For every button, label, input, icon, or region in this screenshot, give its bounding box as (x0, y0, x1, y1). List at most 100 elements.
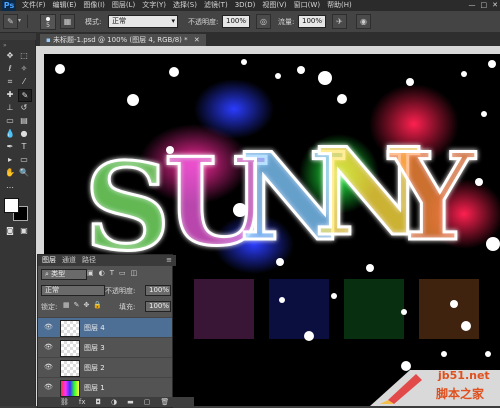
menu-help[interactable]: 帮助(H) (327, 0, 352, 11)
healing-brush-tool-icon[interactable]: ✚ (4, 89, 16, 100)
zoom-tool-icon[interactable]: 🔍 (18, 167, 30, 178)
menu-window[interactable]: 窗口(W) (294, 0, 320, 11)
brush-panel-toggle-icon[interactable]: ▦ (60, 14, 75, 29)
opacity-label: 不透明度: (188, 18, 219, 26)
pen-tool-icon[interactable]: ✒ (4, 141, 16, 152)
brush-size-value: 5 (46, 22, 50, 29)
gradient-tool-icon[interactable]: ▤ (18, 115, 30, 126)
menu-image[interactable]: 图像(I) (83, 0, 105, 11)
lock-position-icon[interactable]: ✥ (84, 301, 90, 309)
lock-transparent-icon[interactable]: ▦ (63, 301, 70, 309)
lock-pixels-icon[interactable]: ✎ (74, 301, 80, 309)
toolbox-collapse-icon[interactable]: » (3, 42, 7, 49)
layer-name[interactable]: 图层 2 (84, 363, 105, 373)
airbrush-icon[interactable]: ✈ (332, 14, 347, 29)
layer-thumbnail (60, 320, 80, 337)
flow-label: 流量: (278, 18, 295, 26)
kind-filter-select[interactable]: ⌕ 类型 (41, 269, 87, 280)
filter-pixel-icon[interactable]: ▣ (87, 269, 94, 277)
layer-thumbnail (60, 360, 80, 377)
horizontal-ruler (44, 46, 500, 54)
layer-name[interactable]: 图层 1 (84, 383, 105, 393)
eraser-tool-icon[interactable]: ▭ (4, 115, 16, 126)
shape-tool-icon[interactable]: ▭ (18, 154, 30, 165)
layer-name[interactable]: 图层 3 (84, 343, 105, 353)
menu-filter[interactable]: 滤镜(T) (204, 0, 228, 11)
layer-row-1[interactable]: 👁 图层 1 (38, 377, 172, 397)
blur-tool-icon[interactable]: 💧 (4, 128, 16, 139)
maximize-button[interactable]: □ (481, 0, 488, 11)
pressure-size-icon[interactable]: ◉ (356, 14, 371, 29)
layer-row-4[interactable]: 👁 图层 4 (38, 317, 172, 337)
type-tool-icon[interactable]: T (18, 141, 30, 152)
eyedropper-tool-icon[interactable]: ⁄ (18, 76, 30, 87)
menu-file[interactable]: 文件(F) (22, 0, 46, 11)
photoshop-logo: Ps (2, 0, 16, 11)
lock-label: 锁定: (41, 303, 58, 311)
move-tool-icon[interactable]: ✥ (4, 50, 16, 61)
dodge-tool-icon[interactable]: ● (18, 128, 30, 139)
visibility-eye-icon[interactable]: 👁 (44, 363, 53, 372)
tab-paths[interactable]: 路径 (82, 255, 96, 266)
fill-input[interactable]: 100% (145, 301, 171, 312)
watermark-name: 脚本之家 (436, 387, 485, 401)
layer-thumbnail (60, 380, 80, 397)
mode-label: 模式: (85, 18, 102, 26)
visibility-eye-icon[interactable]: 👁 (44, 323, 53, 332)
lock-row: 锁定: ▦ ✎ ✥ 🔒 填充: 100% (41, 301, 171, 313)
window-controls: — □ ✕ (469, 0, 499, 11)
pressure-opacity-icon[interactable]: ◎ (256, 14, 271, 29)
edit-toolbar-icon[interactable]: … (4, 180, 16, 191)
menu-type[interactable]: 文字(Y) (142, 0, 166, 11)
clone-stamp-tool-icon[interactable]: ⊥ (4, 102, 16, 113)
tab-layers[interactable]: 图层 (42, 255, 56, 266)
menu-view[interactable]: 视图(V) (262, 0, 286, 11)
panel-menu-icon[interactable]: ≡ (166, 255, 176, 266)
close-button[interactable]: ✕ (492, 0, 498, 11)
document-tab-bar: ▪ 未标题-1.psd @ 100% (图层 4, RGB/8) * ✕ (36, 32, 500, 46)
document-title: 未标题-1.psd @ 100% (图层 4, RGB/8) * (52, 36, 188, 44)
quick-mask-icon[interactable]: ◙ (4, 225, 16, 236)
layer-name[interactable]: 图层 4 (84, 323, 105, 333)
marquee-tool-icon[interactable]: ⬚ (18, 50, 30, 61)
document-tab[interactable]: ▪ 未标题-1.psd @ 100% (图层 4, RGB/8) * ✕ (40, 34, 206, 46)
menu-edit[interactable]: 编辑(E) (53, 0, 77, 11)
close-tab-icon[interactable]: ✕ (194, 36, 200, 44)
brush-size-picker[interactable]: 5 (40, 14, 56, 30)
minimize-button[interactable]: — (469, 0, 476, 11)
filter-adjust-icon[interactable]: ◐ (99, 269, 105, 277)
filter-type-icon[interactable]: T (110, 269, 114, 277)
chevron-down-icon: ▾ (171, 17, 175, 25)
brush-tool-icon[interactable]: ✎ (18, 89, 32, 102)
tab-channels[interactable]: 通道 (62, 255, 76, 266)
brush-dot-icon (46, 17, 50, 21)
flow-dropdown-icon[interactable]: ▾ (321, 17, 324, 24)
mode-select[interactable]: 正常 ▾ (108, 15, 178, 28)
layer-row-2[interactable]: 👁 图层 2 (38, 357, 172, 377)
watermark: jb51.net 脚本之家 (370, 360, 500, 406)
hand-tool-icon[interactable]: ✋ (4, 167, 16, 178)
menu-3d[interactable]: 3D(D) (235, 0, 256, 11)
opacity-dropdown-icon[interactable]: ▾ (245, 17, 248, 24)
menu-layer[interactable]: 图层(L) (112, 0, 135, 11)
menu-select[interactable]: 选择(S) (173, 0, 197, 11)
visibility-eye-icon[interactable]: 👁 (44, 383, 53, 392)
crop-tool-icon[interactable]: ⌗ (4, 76, 16, 87)
lasso-tool-icon[interactable]: ℓ (4, 63, 16, 74)
history-brush-tool-icon[interactable]: ↺ (18, 102, 30, 113)
path-select-tool-icon[interactable]: ▸ (4, 154, 16, 165)
layers-panel-tabs: 图层 通道 路径 ≡ (38, 255, 176, 266)
quick-select-tool-icon[interactable]: ✧ (18, 63, 30, 74)
blend-mode-select[interactable]: 正常 (41, 285, 105, 296)
layer-opacity-input[interactable]: 100% (145, 285, 171, 296)
filter-shape-icon[interactable]: ▭ (119, 269, 126, 277)
layer-row-3[interactable]: 👁 图层 3 (38, 337, 172, 357)
visibility-eye-icon[interactable]: 👁 (44, 343, 53, 352)
foreground-color-swatch-top[interactable] (4, 198, 19, 213)
brush-tool-preset-icon[interactable]: ✎ (3, 14, 18, 29)
screen-mode-icon[interactable]: ▣ (18, 225, 30, 236)
preset-dropdown-icon[interactable]: ▾ (18, 17, 21, 24)
lock-all-icon[interactable]: 🔒 (93, 301, 102, 309)
layer-thumbnail (60, 340, 80, 357)
filter-smart-icon[interactable]: ◫ (131, 269, 138, 277)
